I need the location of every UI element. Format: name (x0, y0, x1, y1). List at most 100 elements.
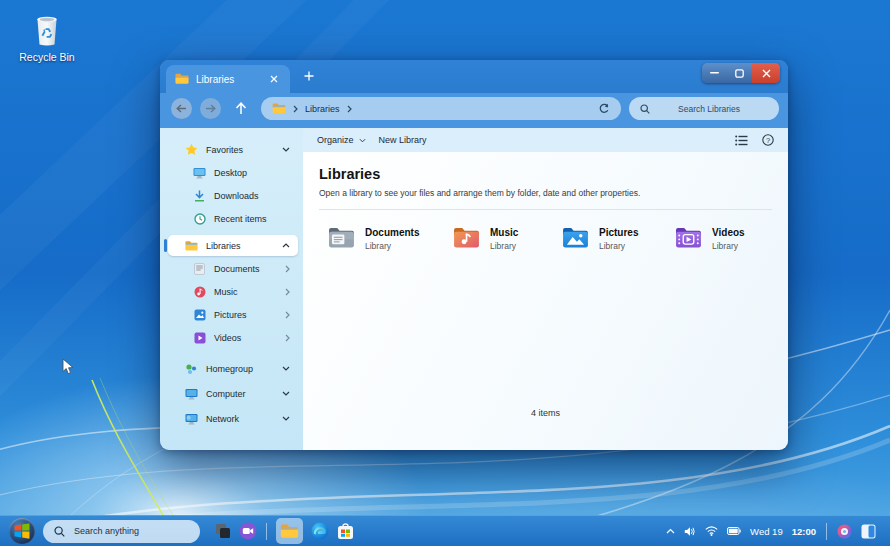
sidebar-item-music[interactable]: Music (160, 280, 303, 303)
star-icon (185, 143, 198, 156)
chevron-right-icon[interactable] (285, 334, 290, 342)
taskbar-search[interactable]: Search anything (43, 520, 200, 543)
help-icon[interactable]: ? (762, 134, 774, 146)
documents-library-icon (328, 226, 355, 248)
taskbar: Search anything (0, 515, 890, 546)
folder-icon (272, 103, 286, 114)
tab-title: Libraries (196, 74, 260, 85)
copilot-icon[interactable] (837, 524, 852, 539)
taskbar-search-placeholder: Search anything (74, 526, 139, 536)
minimize-button[interactable] (702, 63, 727, 83)
meet-now-button[interactable] (239, 522, 257, 540)
sidebar-item-homegroup[interactable]: Homegroup (160, 357, 303, 380)
search-box[interactable]: Search Libraries (629, 97, 779, 120)
back-button[interactable] (171, 98, 192, 119)
battery-icon[interactable] (727, 527, 741, 535)
organize-menu[interactable]: Organize (317, 135, 366, 145)
windows-logo-icon (14, 523, 30, 539)
computer-icon (185, 387, 198, 400)
library-item-documents[interactable]: DocumentsLibrary (328, 226, 453, 251)
chevron-down-icon[interactable] (282, 416, 290, 421)
new-library-button[interactable]: New Library (379, 135, 427, 145)
close-button[interactable] (752, 63, 780, 83)
sidebar-item-pictures[interactable]: Pictures (160, 303, 303, 326)
edge-taskbar-button[interactable] (311, 522, 329, 540)
window-body: Favorites Desktop Downloads Recent items… (160, 128, 788, 450)
sidebar-item-favorites[interactable]: Favorites (160, 138, 303, 161)
pictures-icon (193, 308, 206, 321)
maximize-button[interactable] (727, 63, 752, 83)
document-icon (193, 262, 206, 275)
recycle-bin-label: Recycle Bin (12, 51, 82, 63)
breadcrumb-item[interactable]: Libraries (305, 104, 340, 114)
status-items-count: 4 items (303, 408, 788, 418)
download-icon (193, 189, 206, 202)
chevron-right-icon[interactable] (285, 288, 290, 296)
widgets-icon[interactable] (861, 524, 876, 539)
divider (319, 209, 772, 210)
library-items: DocumentsLibrary MusicLibrary (319, 226, 772, 251)
breadcrumb-bar[interactable]: Libraries (261, 97, 621, 120)
file-explorer-taskbar-button[interactable] (276, 518, 303, 544)
sidebar: Favorites Desktop Downloads Recent items… (160, 128, 303, 450)
chevron-up-icon[interactable] (282, 243, 290, 248)
recent-clock-icon (193, 212, 206, 225)
chevron-down-icon (359, 138, 366, 143)
videos-library-icon (675, 226, 702, 248)
details-view-icon[interactable] (735, 135, 748, 146)
task-view-button[interactable] (215, 523, 231, 539)
page-description: Open a library to see your files and arr… (319, 188, 772, 198)
sidebar-item-desktop[interactable]: Desktop (160, 161, 303, 184)
libraries-folder-icon (185, 239, 198, 252)
taskbar-time[interactable]: 12:00 (792, 526, 816, 537)
recycle-bin-icon[interactable]: Recycle Bin (12, 13, 82, 63)
library-item-videos[interactable]: VideosLibrary (675, 226, 745, 251)
file-explorer-icon (280, 524, 299, 539)
chevron-down-icon[interactable] (282, 391, 290, 396)
sidebar-item-computer[interactable]: Computer (160, 382, 303, 405)
pictures-library-icon (562, 226, 589, 248)
start-button[interactable] (9, 518, 35, 544)
store-taskbar-button[interactable] (337, 523, 354, 540)
music-library-icon (453, 226, 480, 248)
refresh-icon[interactable] (598, 103, 610, 115)
sidebar-item-documents[interactable]: Documents (160, 257, 303, 280)
library-item-pictures[interactable]: PicturesLibrary (562, 226, 675, 251)
network-icon (185, 412, 198, 425)
sidebar-item-libraries[interactable]: Libraries (160, 234, 303, 257)
chevron-right-icon (293, 105, 298, 113)
system-tray: Wed 19 12:00 (666, 523, 876, 540)
chevron-right-icon[interactable] (285, 265, 290, 273)
tab-close-icon[interactable] (267, 72, 281, 86)
page-title: Libraries (319, 166, 772, 182)
chevron-right-icon[interactable] (285, 311, 290, 319)
new-tab-button[interactable] (298, 65, 320, 87)
explorer-window: Libraries (160, 60, 788, 450)
chevron-down-icon[interactable] (282, 147, 290, 152)
forward-button[interactable] (200, 98, 221, 119)
chevron-down-icon[interactable] (282, 366, 290, 371)
up-button[interactable] (231, 99, 251, 119)
desktop-icon (193, 166, 206, 179)
sidebar-item-network[interactable]: Network (160, 407, 303, 430)
chevron-right-icon (347, 105, 352, 113)
sidebar-item-videos[interactable]: Videos (160, 326, 303, 349)
library-item-music[interactable]: MusicLibrary (453, 226, 562, 251)
sidebar-item-downloads[interactable]: Downloads (160, 184, 303, 207)
mouse-cursor (62, 358, 74, 375)
svg-text:?: ? (766, 136, 770, 145)
main-panel: Organize New Library ? (303, 128, 788, 450)
taskbar-date[interactable]: Wed 19 (750, 526, 783, 537)
folder-icon (175, 73, 189, 85)
recycle-bin-glyph (33, 13, 61, 47)
search-icon (640, 104, 650, 114)
homegroup-icon (185, 362, 198, 375)
wifi-icon[interactable] (705, 526, 718, 536)
tab-libraries[interactable]: Libraries (166, 65, 290, 93)
videos-icon (193, 331, 206, 344)
tray-expand-icon[interactable] (666, 528, 675, 534)
volume-icon[interactable] (684, 526, 696, 537)
tab-bar: Libraries (160, 60, 788, 93)
sidebar-item-recent-items[interactable]: Recent items (160, 207, 303, 230)
window-controls (702, 63, 780, 83)
